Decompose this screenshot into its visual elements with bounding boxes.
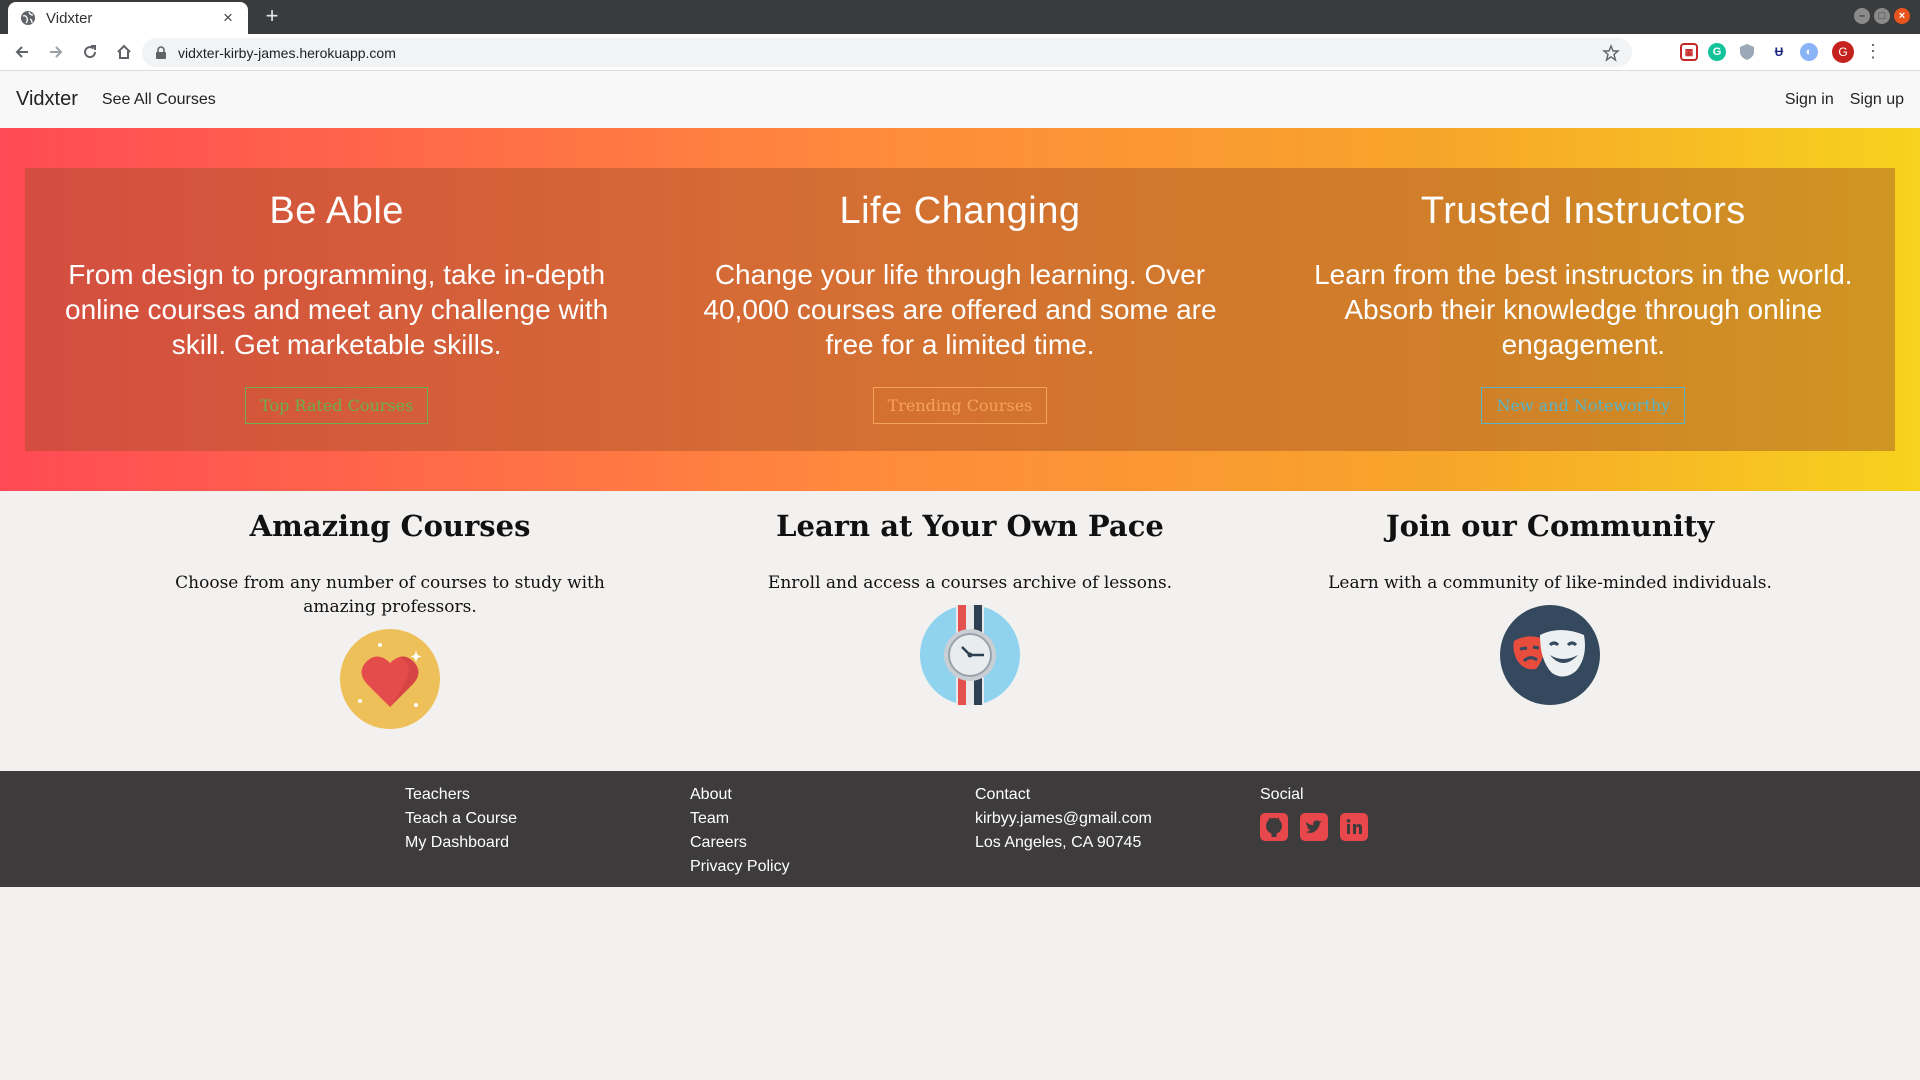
social-icons [1260, 813, 1368, 841]
sign-up-link[interactable]: Sign up [1850, 91, 1904, 109]
extension-grammarly-icon[interactable]: G [1708, 43, 1726, 61]
back-button[interactable] [6, 36, 38, 68]
new-and-noteworthy-button[interactable]: New and Noteworthy [1481, 387, 1686, 424]
feature-title: Amazing Courses [249, 509, 531, 543]
feature-amazing-courses: Amazing Courses Choose from any number o… [100, 491, 680, 771]
feature-title: Join our Community [1385, 509, 1715, 543]
watch-icon [920, 605, 1020, 705]
site-navbar: Vidxter See All Courses Sign in Sign up [0, 71, 1920, 128]
arrow-left-icon [15, 46, 28, 58]
url-text: vidxter-kirby-james.herokuapp.com [178, 44, 396, 61]
my-dashboard-link[interactable]: My Dashboard [405, 831, 517, 855]
feature-text: Choose from any number of courses to stu… [175, 573, 605, 617]
footer-heading: Social [1260, 786, 1304, 803]
sign-in-link[interactable]: Sign in [1785, 91, 1834, 109]
brand-logo[interactable]: Vidxter [16, 88, 78, 111]
hero-title: Be Able [269, 190, 404, 232]
hero-text: Change your life through learning. Over … [703, 259, 1217, 360]
menu-kebab-icon[interactable]: ⋮ [1864, 41, 1882, 63]
footer-about-column: About Team Careers Privacy Policy [690, 783, 790, 879]
footer-heading: Teachers [405, 786, 470, 803]
careers-link[interactable]: Careers [690, 831, 790, 855]
footer-contact-column: Contact kirbyy.james@gmail.com Los Angel… [975, 783, 1152, 855]
hero-banner: Be Able From design to programming, take… [0, 128, 1920, 491]
theater-masks-icon [1500, 605, 1600, 705]
hero-column-be-able: Be Able From design to programming, take… [25, 168, 648, 451]
privacy-policy-link[interactable]: Privacy Policy [690, 855, 790, 879]
linkedin-icon[interactable] [1340, 813, 1368, 841]
about-link[interactable]: About [690, 783, 790, 807]
minimize-button[interactable]: – [1854, 8, 1870, 24]
feature-text: Enroll and access a courses archive of l… [767, 573, 1173, 593]
new-tab-button[interactable]: + [260, 4, 284, 28]
globe-icon [21, 11, 35, 25]
teach-a-course-link[interactable]: Teach a Course [405, 807, 517, 831]
see-all-courses-link[interactable]: See All Courses [102, 91, 216, 109]
arrow-right-icon [50, 46, 63, 58]
extension-ut-icon[interactable]: Ʉ [1768, 41, 1790, 63]
footer-heading: Contact [975, 786, 1031, 803]
hero-title: Trusted Instructors [1420, 190, 1746, 232]
home-icon [117, 44, 131, 59]
maximize-button[interactable]: □ [1874, 8, 1890, 24]
browser-toolbar: vidxter-kirby-james.herokuapp.com ▦ G Ʉ … [0, 34, 1920, 71]
reload-button[interactable] [74, 36, 106, 68]
extension-shield-icon[interactable] [1736, 41, 1758, 63]
feature-community: Join our Community Learn with a communit… [1260, 491, 1840, 771]
browser-tab[interactable]: Vidxter × [8, 2, 248, 34]
top-rated-courses-button[interactable]: Top Rated Courses [245, 387, 429, 424]
address-bar[interactable]: vidxter-kirby-james.herokuapp.com [142, 38, 1632, 67]
tab-close-icon[interactable]: × [220, 8, 236, 28]
footer-teachers-column: Teachers Teach a Course My Dashboard [405, 783, 517, 855]
auth-links: Sign in Sign up [1785, 91, 1904, 109]
site-footer: Teachers Teach a Course My Dashboard Abo… [0, 771, 1920, 887]
features-section: Amazing Courses Choose from any number o… [0, 491, 1920, 771]
close-window-button[interactable]: × [1894, 8, 1910, 24]
hero-column-trusted-instructors: Trusted Instructors Learn from the best … [1272, 168, 1895, 451]
browser-tabstrip: Vidxter × + – □ × [0, 0, 1920, 34]
hero-title: Life Changing [839, 190, 1081, 232]
reload-icon [84, 45, 97, 59]
extensions-area: ▦ G Ʉ ◐ G ⋮ [1680, 41, 1882, 63]
bookmark-star-icon[interactable] [1602, 43, 1620, 62]
shield-icon [1740, 44, 1754, 60]
github-icon[interactable] [1260, 813, 1288, 841]
contact-email-link[interactable]: kirbyy.james@gmail.com [975, 807, 1152, 831]
team-link[interactable]: Team [690, 807, 790, 831]
feature-text: Learn with a community of like-minded in… [1328, 573, 1772, 593]
home-button[interactable] [108, 36, 140, 68]
feature-title: Learn at Your Own Pace [776, 509, 1164, 543]
hero-column-life-changing: Life Changing Change your life through l… [648, 168, 1271, 451]
profile-avatar[interactable]: G [1832, 41, 1854, 63]
contact-address: Los Angeles, CA 90745 [975, 834, 1142, 851]
twitter-icon[interactable] [1300, 813, 1328, 841]
footer-social-column: Social [1260, 783, 1368, 841]
tab-title: Vidxter [46, 9, 93, 27]
hero-text: From design to programming, take in-dept… [65, 259, 609, 360]
heart-icon [340, 629, 440, 729]
feature-own-pace: Learn at Your Own Pace Enroll and access… [680, 491, 1260, 771]
extension-compass-icon[interactable]: ◐ [1800, 43, 1818, 61]
trending-courses-button[interactable]: Trending Courses [872, 387, 1048, 424]
window-controls: – □ × [1854, 8, 1910, 24]
hero-panel: Be Able From design to programming, take… [25, 168, 1895, 451]
lock-icon [156, 45, 166, 59]
extension-calendar-icon[interactable]: ▦ [1680, 43, 1698, 61]
hero-text: Learn from the best instructors in the w… [1314, 259, 1853, 360]
forward-button[interactable] [40, 36, 72, 68]
